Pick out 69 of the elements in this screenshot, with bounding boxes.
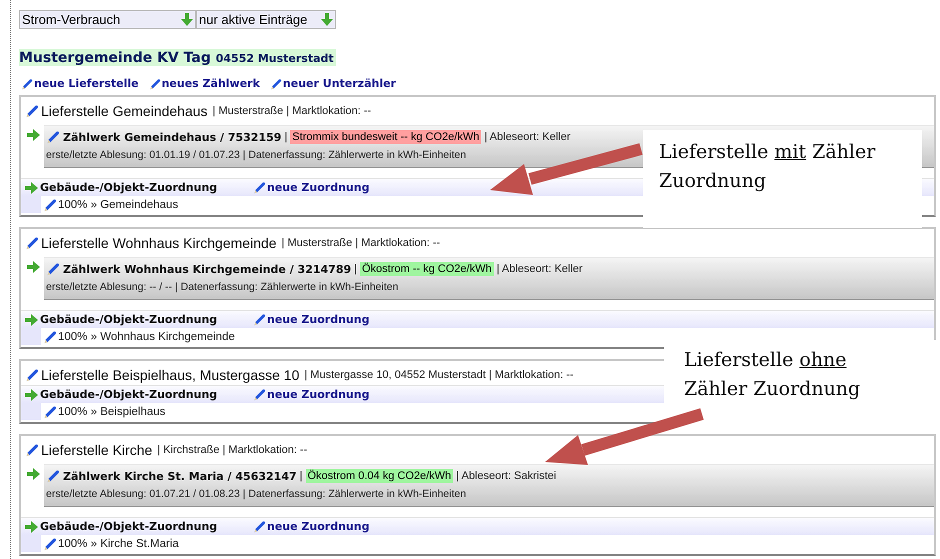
page-title: Mustergemeinde KV Tag 04552 Musterstadt	[19, 49, 336, 66]
new-entry-link[interactable]: neuer Unterzähler	[270, 77, 396, 90]
arrow-right-icon	[27, 129, 40, 141]
separator: |	[284, 131, 288, 143]
delivery-point-name: Lieferstelle Kirche	[41, 442, 152, 458]
new-assignment-link[interactable]: neue Zuordnung	[253, 181, 370, 194]
pencil-icon	[253, 520, 266, 533]
arrow-right-icon	[25, 314, 38, 326]
delivery-point-name: Lieferstelle Gemeindehaus	[41, 103, 208, 119]
pencil-icon	[253, 313, 266, 326]
pencil-icon	[46, 130, 60, 144]
assignment-item[interactable]: 100% » Beispielhaus	[58, 406, 166, 418]
new-entry-link[interactable]: neue Lieferstelle	[21, 77, 139, 90]
pencil-icon	[43, 198, 57, 212]
meter-location: | Ableseort: Keller	[484, 131, 570, 143]
arrow-right-icon	[27, 468, 40, 480]
meter-name: Zählwerk Kirche St. Maria / 45632147	[63, 470, 297, 482]
pencil-icon	[148, 78, 161, 90]
arrow-right-icon	[25, 520, 38, 532]
pencil-icon	[25, 104, 39, 118]
meter-location: | Ableseort: Keller	[496, 263, 583, 275]
pencil-icon	[25, 443, 39, 457]
pencil-icon	[21, 78, 33, 90]
arrow-right-icon	[25, 388, 38, 400]
assignment-item[interactable]: 100% » Kirche St.Maria	[58, 538, 179, 550]
pencil-icon	[43, 405, 57, 419]
delivery-point-details: | Kirchstraße | Marktlokation: --	[157, 444, 308, 456]
arrow-down-icon	[181, 13, 193, 26]
arrow-right-icon	[25, 182, 38, 194]
delivery-point-details: | Mustergasse 10, 04552 Musterstadt | Marktlokation: --	[304, 369, 574, 381]
assignment-heading: Gebäude-/Objekt-Zuordnung	[40, 520, 218, 533]
new-assignment-link[interactable]: neue Zuordnung	[253, 388, 370, 401]
pencil-icon	[46, 469, 60, 483]
filter-dropdown[interactable]: Strom-Verbrauch	[19, 10, 196, 29]
filter-dropdown[interactable]: nur aktive Einträge	[196, 10, 336, 29]
meter-readings: erste/letzte Ablesung: -- / -- | Datenerfassung: Zählerwerte in kWh-Einheiten	[46, 281, 398, 293]
emission-label: Ökostrom 0.04 kg CO2e/kWh	[306, 469, 454, 483]
pencil-icon	[253, 388, 266, 401]
arrow-right-icon	[27, 261, 40, 273]
pencil-icon	[25, 368, 39, 382]
delivery-point-details: | Musterstraße | Marktlokation: --	[282, 237, 440, 249]
emission-label: Ökostrom -- kg CO2e/kWh	[360, 262, 494, 276]
delivery-point-name: Lieferstelle Beispielhaus, Mustergasse 10	[41, 367, 300, 383]
meter-name: Zählwerk Wohnhaus Kirchgemeinde / 3214789	[63, 262, 352, 276]
assignment-heading: Gebäude-/Objekt-Zuordnung	[40, 181, 218, 194]
delivery-point-name: Lieferstelle Wohnhaus Kirchgemeinde	[41, 235, 277, 251]
emission-label: Strommix bundesweit -- kg CO2e/kWh	[290, 130, 482, 144]
pencil-icon	[43, 537, 57, 551]
assignment-heading: Gebäude-/Objekt-Zuordnung	[40, 388, 218, 401]
pencil-icon	[25, 236, 39, 250]
separator: |	[354, 263, 357, 275]
pencil-icon	[43, 330, 57, 344]
new-entry-link[interactable]: neues Zählwerk	[148, 77, 260, 90]
assignment-item[interactable]: 100% » Gemeindehaus	[58, 199, 178, 211]
new-assignment-link[interactable]: neue Zuordnung	[253, 520, 370, 533]
delivery-point-details: | Musterstraße | Marktlokation: --	[212, 105, 372, 117]
meter-location: | Ableseort: Sakristei	[456, 470, 556, 482]
pencil-icon	[46, 262, 60, 276]
meter-readings: erste/letzte Ablesung: 01.01.19 / 01.07.23 | Datenerfassung: Zählerwerte in kWh-Einheiten	[46, 149, 466, 161]
new-assignment-link[interactable]: neue Zuordnung	[253, 313, 370, 326]
annotation-note: Lieferstelle mit Zähler Zuordnung	[643, 130, 922, 228]
meter-name: Zählwerk Gemeindehaus / 7532159	[63, 130, 282, 144]
assignment-item[interactable]: 100% » Wohnhaus Kirchgemeinde	[58, 331, 235, 343]
arrow-down-icon	[321, 13, 333, 26]
pencil-icon	[253, 181, 266, 194]
pencil-icon	[270, 78, 282, 90]
assignment-heading: Gebäude-/Objekt-Zuordnung	[40, 313, 218, 326]
meter-readings: erste/letzte Ablesung: 01.07.21 / 01.08.23 | Datenerfassung: Zählerwerte in kWh-Einheiten	[46, 488, 466, 500]
separator: |	[300, 470, 302, 482]
